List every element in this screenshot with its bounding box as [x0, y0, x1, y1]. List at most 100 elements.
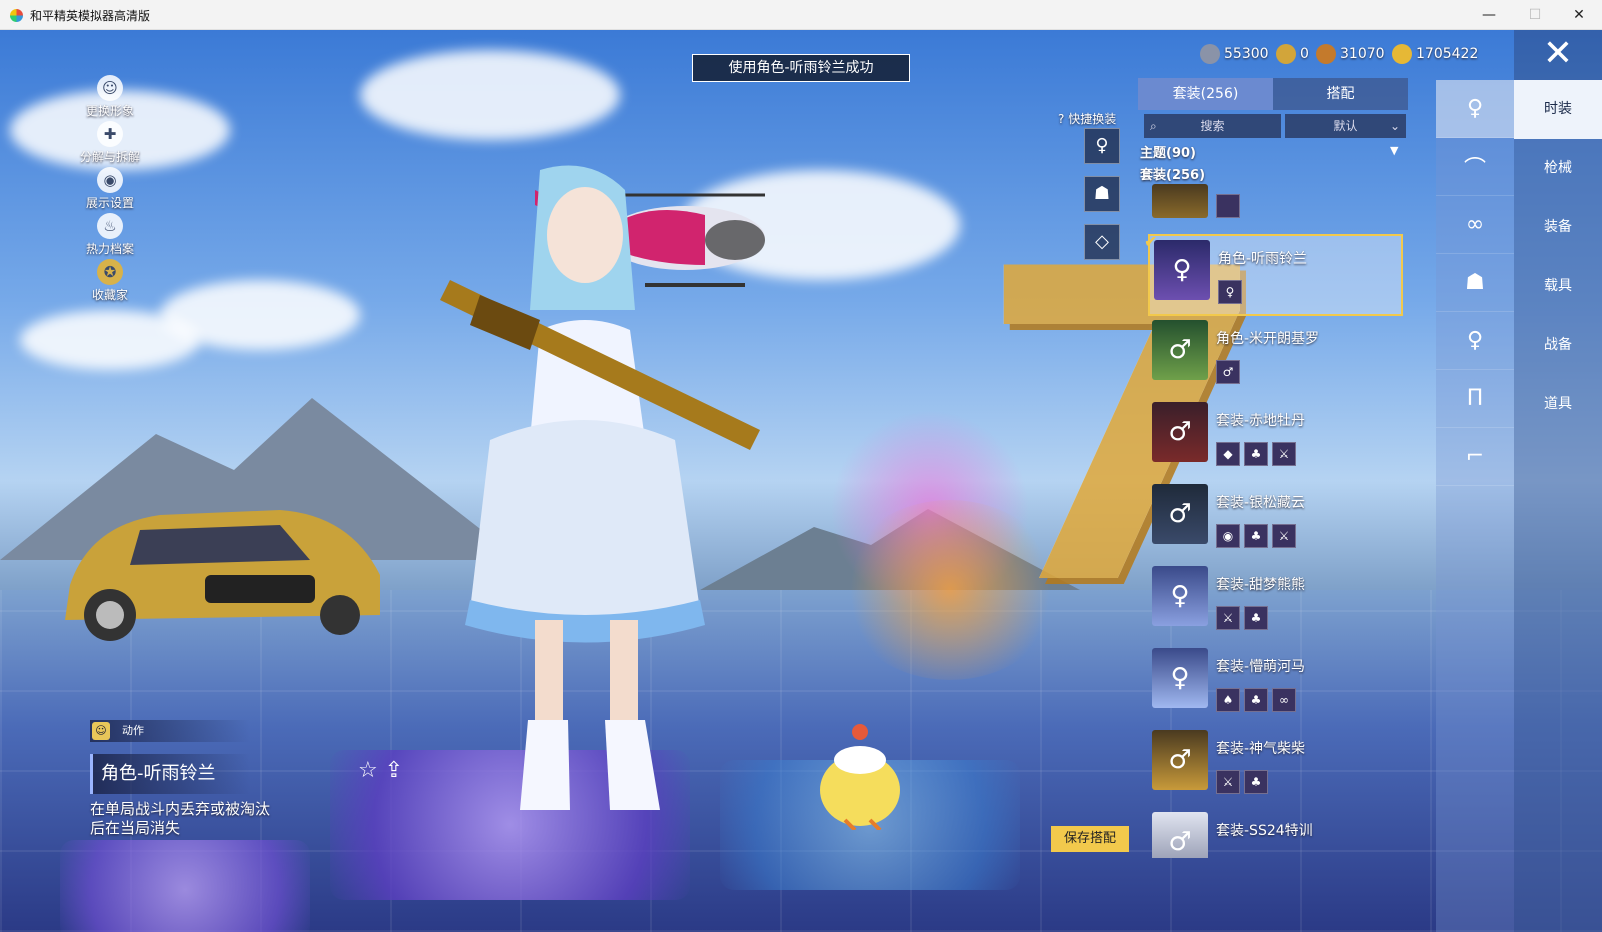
currency-gold-a: 0 — [1276, 42, 1309, 66]
flame-icon: ♨ — [97, 213, 123, 239]
menu-collector[interactable]: ✪ 收藏家 — [70, 259, 150, 305]
part-thumbnail: ⚔ — [1216, 770, 1240, 794]
currency-value: 55300 — [1224, 46, 1269, 62]
menu-change-appearance[interactable]: ☺ 更换形象 — [70, 75, 150, 121]
outfit-name: 套装-SS24特训 — [1216, 823, 1313, 839]
subcategory-panel: ♀ ⌒ ∞ ☗ ♀ Π ⌐ — [1436, 80, 1514, 932]
subcategory-mask[interactable]: ☗ — [1436, 254, 1514, 312]
part-thumbnail: ⚔ — [1272, 524, 1296, 548]
outfit-item[interactable]: ♂ 套装-银松藏云 ◉ ♣ ⚔ — [1148, 480, 1403, 562]
shoes-icon: ⌐ — [1465, 444, 1485, 469]
outfit-name: 套装-银松藏云 — [1216, 495, 1306, 511]
gold-coin-icon — [1392, 44, 1412, 64]
close-wardrobe-button[interactable]: ✕ — [1514, 30, 1602, 80]
category-equipment[interactable]: 装备 — [1514, 198, 1602, 257]
currency-value: 31070 — [1340, 46, 1385, 62]
collector-badge-icon: ✪ — [97, 259, 123, 285]
category-vehicles[interactable]: 载具 — [1514, 257, 1602, 316]
share-icon[interactable]: ⇪ — [385, 758, 403, 783]
category-fashion[interactable]: 时装 — [1514, 80, 1602, 139]
outfit-name: 套装-懵萌河马 — [1216, 659, 1306, 675]
subcategory-top[interactable]: ♀ — [1436, 312, 1514, 370]
subcategory-glasses[interactable]: ∞ — [1436, 196, 1514, 254]
subcategory-pants[interactable]: Π — [1436, 370, 1514, 428]
quick-slot-gem[interactable]: ◇ — [1084, 224, 1120, 260]
outfit-item[interactable]: ♂ 角色-米开朗基罗 ♂ — [1148, 316, 1403, 398]
full-body-icon: ♀ — [1466, 96, 1484, 121]
quick-slot-outfit[interactable]: ♀ — [1084, 128, 1120, 164]
selected-item-title: 角色-听雨铃兰 — [90, 754, 250, 794]
outfit-tabs: 套装(256) 搭配 — [1138, 78, 1408, 110]
category-combat-prep[interactable]: 战备 — [1514, 316, 1602, 375]
outfit-row-partial[interactable] — [1148, 184, 1403, 220]
part-thumbnail — [1216, 194, 1240, 218]
part-thumbnail: ♀ — [1218, 280, 1242, 304]
outfit-thumbnail: ♀ — [1154, 240, 1210, 300]
success-toast: 使用角色-听雨铃兰成功 — [692, 54, 910, 82]
outfit-parts: ♂ — [1216, 360, 1240, 384]
outfit-item[interactable]: ♂ 套装-神气柴柴 ⚔ ♣ — [1148, 726, 1403, 808]
part-thumbnail: ♣ — [1244, 442, 1268, 466]
menu-heat-archive[interactable]: ♨ 热力档案 — [70, 213, 150, 259]
outfit-list-panel: 套装(256) 搭配 ⌕ 搜索 默认 ⌄ 主题(90) ▼ 套装(256) ✔ … — [1138, 78, 1434, 932]
subcategory-full-body[interactable]: ♀ — [1436, 80, 1514, 138]
maximize-button[interactable]: ☐ — [1512, 0, 1558, 30]
menu-label: 展示设置 — [85, 196, 134, 210]
cloud — [20, 310, 200, 370]
menu-display-settings[interactable]: ◉ 展示设置 — [70, 167, 150, 213]
currency-bronze: 31070 — [1316, 42, 1385, 66]
glow-tile — [60, 840, 310, 932]
glasses-icon: ∞ — [1465, 212, 1485, 237]
quick-slot-helmet[interactable]: ☗ — [1084, 176, 1120, 212]
tab-suits[interactable]: 套装(256) — [1138, 78, 1273, 110]
theme-group-header[interactable]: 主题(90) — [1140, 142, 1196, 161]
currency-value: 0 — [1300, 46, 1309, 62]
part-thumbnail: ♣ — [1244, 688, 1268, 712]
tab-mix-match[interactable]: 搭配 — [1273, 78, 1408, 110]
menu-decompose[interactable]: ✚ 分解与拆解 — [70, 121, 150, 167]
selected-item-description: 在单局战斗内丢弃或被淘汰后在当局消失 — [90, 800, 271, 837]
emote-icon: ☺ — [92, 722, 110, 740]
game-viewport: 7 ☺ 更换形象 ✚ 分解与拆解 ◉ 展示设置 ♨ 热力档案 ✪ 收藏家 使用角… — [0, 30, 1602, 932]
outfit-name: 角色-米开朗基罗 — [1216, 331, 1320, 347]
gold-car — [65, 510, 380, 641]
animation-tag[interactable]: ☺ 动作 — [90, 720, 250, 742]
subcategory-hat[interactable]: ⌒ — [1436, 138, 1514, 196]
favorite-star-icon[interactable]: ☆ — [358, 758, 378, 783]
category-items[interactable]: 道具 — [1514, 375, 1602, 434]
outfit-parts: ⚔ ♣ — [1216, 770, 1268, 794]
mask-icon: ☗ — [1465, 270, 1485, 295]
quick-swap-label[interactable]: ? 快捷换装 — [1058, 110, 1116, 127]
menu-label: 收藏家 — [91, 288, 128, 302]
search-icon: ⌕ — [1150, 119, 1157, 133]
search-input[interactable]: ⌕ 搜索 — [1144, 114, 1281, 138]
help-icon[interactable]: ? — [1058, 112, 1064, 126]
currency-silver: 55300 — [1200, 42, 1269, 66]
minimize-button[interactable]: — — [1466, 0, 1512, 30]
outfit-name: 套装-甜梦熊熊 — [1216, 577, 1306, 593]
part-thumbnail: ♠ — [1216, 688, 1240, 712]
outfit-item[interactable]: ♂ 套装-SS24特训 — [1148, 808, 1403, 858]
favorite-share-icons: ☆ ⇪ — [358, 758, 403, 783]
chick-pet — [820, 724, 900, 830]
subcategory-shoes[interactable]: ⌐ — [1436, 428, 1514, 486]
outfit-parts: ♠ ♣ ∞ — [1216, 688, 1296, 712]
chevron-down-icon: ⌄ — [1389, 119, 1400, 133]
save-outfit-button[interactable]: 保存搭配 — [1051, 826, 1129, 852]
window-close-button[interactable]: ✕ — [1556, 0, 1602, 30]
window-titlebar: 和平精英模拟器高清版 — ☐ ✕ — [0, 0, 1602, 30]
category-firearms[interactable]: 枪械 — [1514, 139, 1602, 198]
outfit-thumbnail: ♂ — [1152, 402, 1208, 462]
search-row: ⌕ 搜索 默认 ⌄ — [1144, 114, 1406, 138]
outfit-item[interactable]: ♂ 套装-赤地牡丹 ◆ ♣ ⚔ — [1148, 398, 1403, 480]
outfit-thumbnail: ♂ — [1152, 812, 1208, 858]
caret-down-icon[interactable]: ▼ — [1390, 144, 1398, 157]
part-thumbnail: ♣ — [1244, 524, 1268, 548]
menu-label: 更换形象 — [85, 104, 134, 118]
outfit-item[interactable]: ✔ ♀ 角色-听雨铃兰 ♀ — [1144, 232, 1403, 316]
outfit-item[interactable]: ♀ 套装-甜梦熊熊 ⚔ ♣ — [1148, 562, 1403, 644]
app-logo-icon — [10, 9, 23, 22]
sort-dropdown[interactable]: 默认 ⌄ — [1285, 114, 1406, 138]
part-thumbnail: ♣ — [1244, 606, 1268, 630]
outfit-item[interactable]: ♀ 套装-懵萌河马 ♠ ♣ ∞ — [1148, 644, 1403, 726]
